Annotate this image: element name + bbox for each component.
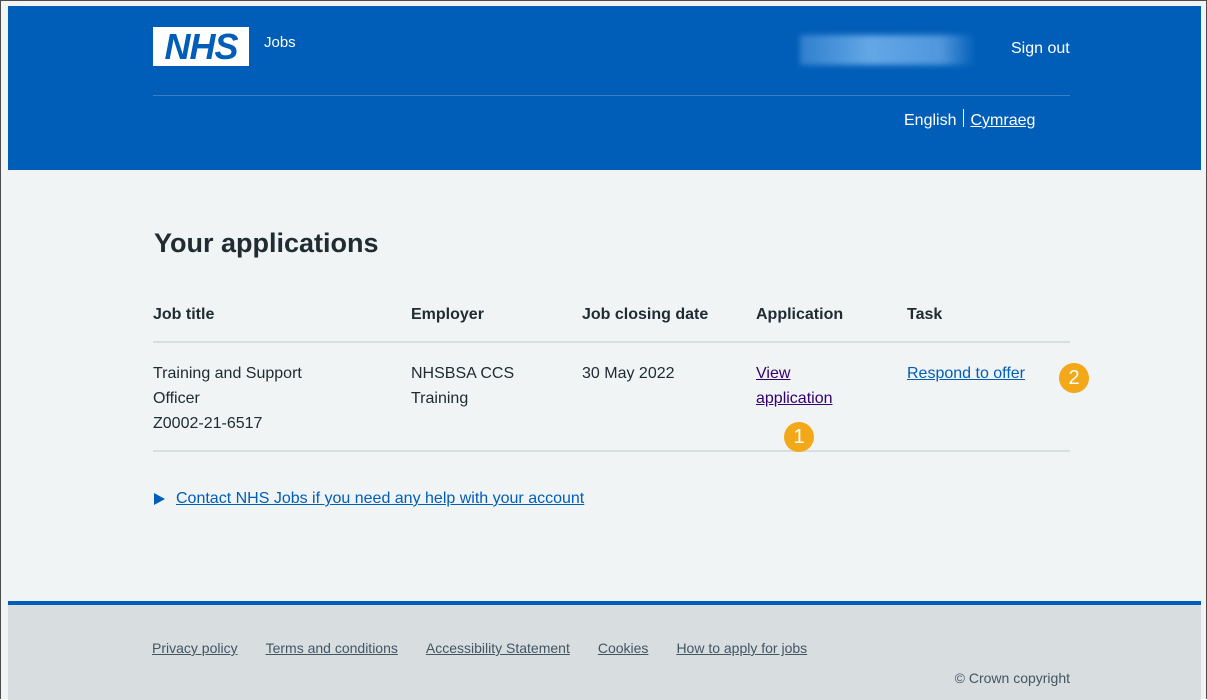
header-employer: Employer: [411, 297, 582, 343]
site-footer: Privacy policy Terms and conditions Acce…: [8, 601, 1201, 700]
page-title: Your applications: [154, 228, 379, 258]
footer-link-privacy[interactable]: Privacy policy: [152, 640, 238, 656]
copyright-text: © Crown copyright: [954, 670, 1070, 686]
nhs-logo[interactable]: NHS: [153, 27, 249, 66]
job-reference: Z0002-21-6517: [153, 415, 263, 432]
view-application-link[interactable]: View application: [756, 361, 856, 411]
browser-frame: NHS Jobs Sign out English Cymraeg Your a…: [0, 0, 1207, 700]
cell-closing-date: 30 May 2022: [582, 342, 756, 452]
nhs-logo-text: NHS: [164, 25, 238, 67]
respond-to-offer-link[interactable]: Respond to offer: [907, 365, 1025, 382]
sign-out-link[interactable]: Sign out: [1011, 40, 1070, 58]
applications-table: Job title Employer Job closing date Appl…: [153, 297, 1070, 452]
table-header-row: Job title Employer Job closing date Appl…: [153, 297, 1070, 343]
header-job-title: Job title: [153, 297, 411, 343]
footer-link-accessibility[interactable]: Accessibility Statement: [426, 640, 570, 656]
help-details[interactable]: Contact NHS Jobs if you need any help wi…: [154, 490, 584, 508]
triangle-right-icon: [154, 493, 165, 505]
callout-marker-2: 2: [1059, 363, 1089, 393]
header-divider: [153, 95, 1070, 96]
callout-marker-1: 1: [784, 422, 814, 452]
table-row: Training and Support Officer Z0002-21-65…: [153, 342, 1070, 452]
employer-text: NHSBSA CCS Training: [411, 365, 515, 407]
account-name-redacted: [800, 35, 976, 65]
cell-application: View application: [756, 342, 907, 452]
footer-links: Privacy policy Terms and conditions Acce…: [152, 640, 835, 656]
cell-job-title: Training and Support Officer Z0002-21-65…: [153, 342, 411, 452]
cell-task: Respond to offer: [907, 342, 1070, 452]
job-title-text: Training and Support Officer: [153, 365, 302, 407]
footer-link-terms[interactable]: Terms and conditions: [266, 640, 398, 656]
language-separator: [963, 109, 965, 127]
header-closing-date: Job closing date: [582, 297, 756, 343]
cell-employer: NHSBSA CCS Training: [411, 342, 582, 452]
footer-link-cookies[interactable]: Cookies: [598, 640, 649, 656]
language-english: English: [904, 112, 957, 129]
header-application: Application: [756, 297, 907, 343]
help-details-summary[interactable]: Contact NHS Jobs if you need any help wi…: [176, 490, 584, 508]
service-name: Jobs: [264, 34, 296, 51]
footer-link-how-to-apply[interactable]: How to apply for jobs: [676, 640, 807, 656]
language-switcher: English Cymraeg: [904, 109, 1035, 130]
header-task: Task: [907, 297, 1070, 343]
site-header: NHS Jobs Sign out English Cymraeg: [8, 6, 1201, 170]
language-welsh-link[interactable]: Cymraeg: [970, 112, 1035, 130]
